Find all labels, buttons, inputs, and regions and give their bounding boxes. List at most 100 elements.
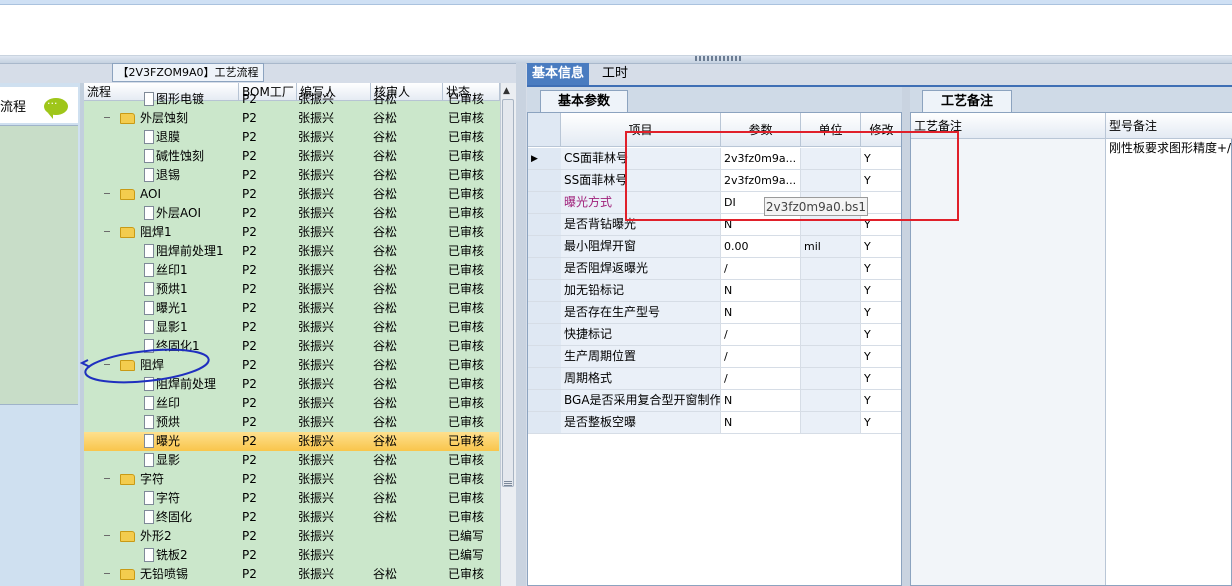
tree-cell-reviewer: 谷松	[373, 130, 398, 144]
tree-cell-name: 外层蚀刻	[140, 111, 189, 125]
param-unit[interactable]	[801, 324, 861, 345]
row-indicator[interactable]	[528, 368, 562, 389]
param-unit[interactable]: mil	[801, 236, 861, 257]
tree-cell-reviewer: 谷松	[373, 244, 398, 258]
param-unit[interactable]	[801, 368, 861, 389]
param-row[interactable]: 是否存在生产型号 N Y	[528, 302, 901, 324]
collapse-toggle-icon[interactable]	[104, 535, 110, 536]
param-value[interactable]: N	[721, 412, 801, 433]
tree-row[interactable]: 退膜 P2 张振兴 谷松 已审核	[84, 128, 499, 147]
tree-row[interactable]: 预烘1 P2 张振兴 谷松 已审核	[84, 280, 499, 299]
tree-row[interactable]: 字符 P2 张振兴 谷松 已审核	[84, 489, 499, 508]
param-row[interactable]: 快捷标记 / Y	[528, 324, 901, 346]
param-modifiable[interactable]: Y	[861, 346, 901, 367]
tab-basic-params[interactable]: 基本参数	[540, 90, 628, 113]
tree-row[interactable]: 显影 P2 张振兴 谷松 已审核	[84, 451, 499, 470]
param-value[interactable]: N	[721, 280, 801, 301]
tree-cell-status: 已审核	[448, 453, 485, 467]
tree-cell-bom: P2	[242, 282, 257, 296]
param-row[interactable]: 最小阻焊开窗 0.00 mil Y	[528, 236, 901, 258]
row-indicator[interactable]	[528, 192, 562, 213]
splitter-grip-icon[interactable]	[695, 56, 741, 61]
param-unit[interactable]	[801, 280, 861, 301]
tree-row[interactable]: 字符 P2 张振兴 谷松 已审核	[84, 470, 499, 489]
tree-row[interactable]: AOI P2 张振兴 谷松 已审核	[84, 185, 499, 204]
param-value[interactable]: /	[721, 346, 801, 367]
row-indicator[interactable]	[528, 346, 562, 367]
param-unit[interactable]	[801, 390, 861, 411]
tree-row[interactable]: 阻焊前处理1 P2 张振兴 谷松 已审核	[84, 242, 499, 261]
tree-row[interactable]: 阻焊1 P2 张振兴 谷松 已审核	[84, 223, 499, 242]
param-unit[interactable]	[801, 258, 861, 279]
param-row[interactable]: BGA是否采用复合型开窗制作 N Y	[528, 390, 901, 412]
model-note-cell[interactable]: 刚性板要求图形精度+/	[1109, 139, 1232, 157]
tree-cell-name: 预烘	[156, 415, 181, 429]
tree-row[interactable]: 丝印 P2 张振兴 谷松 已审核	[84, 394, 499, 413]
tree-row[interactable]: 退锡 P2 张振兴 谷松 已审核	[84, 166, 499, 185]
collapse-toggle-icon[interactable]	[104, 117, 110, 118]
tab-process-notes[interactable]: 工艺备注	[922, 90, 1012, 113]
scroll-up-icon[interactable]: ▲	[503, 86, 510, 96]
tree-cell-status: 已审核	[448, 396, 485, 410]
collapse-toggle-icon[interactable]	[104, 193, 110, 194]
tree-row[interactable]: 无铅喷锡 P2 张振兴 谷松 已审核	[84, 565, 499, 584]
process-tree-grid[interactable]: 流程 BOM工厂 编写人 核审人 状态 图形电镀 P2 张振兴 谷松 已审核 外层蚀刻 P2…	[84, 83, 516, 586]
tree-row[interactable]: 碱性蚀刻 P2 张振兴 谷松 已审核	[84, 147, 499, 166]
param-value[interactable]: /	[721, 368, 801, 389]
row-indicator[interactable]	[528, 390, 562, 411]
collapse-toggle-icon[interactable]	[104, 478, 110, 479]
row-indicator[interactable]	[528, 258, 562, 279]
param-value[interactable]: N	[721, 302, 801, 323]
notes-col-model[interactable]: 型号备注	[1106, 113, 1232, 139]
param-value[interactable]: /	[721, 324, 801, 345]
param-modifiable[interactable]: Y	[861, 390, 901, 411]
tree-cell-writer: 张振兴	[298, 168, 335, 182]
param-value[interactable]: /	[721, 258, 801, 279]
tree-row[interactable]: 外形2 P2 张振兴 已编写	[84, 527, 499, 546]
param-modifiable[interactable]: Y	[861, 368, 901, 389]
tree-cell-writer: 张振兴	[298, 491, 335, 505]
tree-row[interactable]: 丝印1 P2 张振兴 谷松 已审核	[84, 261, 499, 280]
param-modifiable[interactable]: Y	[861, 302, 901, 323]
param-modifiable[interactable]: Y	[861, 324, 901, 345]
tree-row[interactable]: 外层AOI P2 张振兴 谷松 已审核	[84, 204, 499, 223]
param-row[interactable]: 是否整板空曝 N Y	[528, 412, 901, 434]
tree-row[interactable]: 曝光1 P2 张振兴 谷松 已审核	[84, 299, 499, 318]
tree-cell-status: 已审核	[448, 377, 485, 391]
row-indicator[interactable]	[528, 302, 562, 323]
tab-man-hours[interactable]: 工时	[595, 63, 635, 85]
row-indicator[interactable]	[528, 412, 562, 433]
middle-splitter[interactable]	[516, 63, 526, 586]
row-indicator[interactable]	[528, 280, 562, 301]
param-modifiable[interactable]: Y	[861, 236, 901, 257]
row-indicator[interactable]	[528, 170, 562, 191]
param-modifiable[interactable]: Y	[861, 280, 901, 301]
param-unit[interactable]	[801, 302, 861, 323]
tree-cell-status: 已审核	[448, 415, 485, 429]
tree-row[interactable]: 终固化 P2 张振兴 谷松 已审核	[84, 508, 499, 527]
param-row[interactable]: 生产周期位置 / Y	[528, 346, 901, 368]
param-row[interactable]: 是否阻焊返曝光 / Y	[528, 258, 901, 280]
tree-row[interactable]: 外层蚀刻 P2 张振兴 谷松 已审核	[84, 109, 499, 128]
tree-row[interactable]: 显影1 P2 张振兴 谷松 已审核	[84, 318, 499, 337]
param-unit[interactable]	[801, 346, 861, 367]
param-value[interactable]: N	[721, 390, 801, 411]
row-indicator[interactable]	[528, 324, 562, 345]
left-nav-label[interactable]: 流程	[0, 96, 26, 115]
param-modifiable[interactable]: Y	[861, 258, 901, 279]
row-indicator[interactable]	[528, 214, 562, 235]
param-row[interactable]: 加无铅标记 N Y	[528, 280, 901, 302]
collapse-toggle-icon[interactable]	[104, 231, 110, 232]
tree-row[interactable]: 预烘 P2 张振兴 谷松 已审核	[84, 413, 499, 432]
tree-row[interactable]: 曝光 P2 张振兴 谷松 已审核	[84, 432, 499, 451]
param-modifiable[interactable]: Y	[861, 412, 901, 433]
scrollbar-thumb[interactable]	[502, 99, 514, 487]
param-row[interactable]: 周期格式 / Y	[528, 368, 901, 390]
row-indicator[interactable]	[528, 236, 562, 257]
param-unit[interactable]	[801, 412, 861, 433]
param-value[interactable]: 0.00	[721, 236, 801, 257]
collapse-toggle-icon[interactable]	[104, 573, 110, 574]
tab-basic-info[interactable]: 基本信息	[527, 63, 589, 85]
tree-row[interactable]: 图形电镀 P2 张振兴 谷松 已审核	[84, 90, 499, 109]
tree-row[interactable]: 铣板2 P2 张振兴 已编写	[84, 546, 499, 565]
